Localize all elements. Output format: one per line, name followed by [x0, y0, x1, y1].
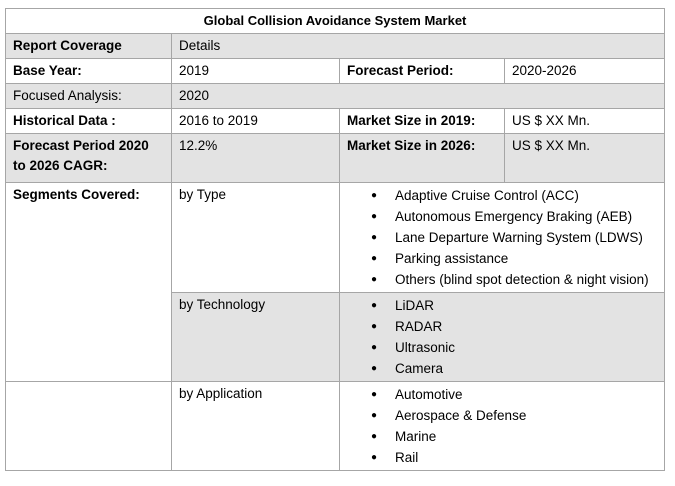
- focused-analysis-value: 2020: [170, 83, 666, 109]
- list-item: Rail: [347, 447, 658, 468]
- segment-type-list: Adaptive Cruise Control (ACC) Autonomous…: [347, 185, 658, 290]
- list-item: LiDAR: [347, 295, 658, 316]
- cagr-label: Forecast Period 2020 to 2026 CAGR:: [5, 133, 172, 183]
- segment-technology-list-cell: LiDAR RADAR Ultrasonic Camera: [338, 292, 666, 382]
- list-item: Marine: [347, 426, 658, 447]
- market-size-2026-label: Market Size in 2026:: [339, 133, 505, 183]
- table-row: by Application Automotive Aerospace & De…: [5, 381, 666, 471]
- segments-covered-label: Segments Covered:: [5, 182, 172, 382]
- list-item: RADAR: [347, 316, 658, 337]
- market-size-2026-value: US $ XX Mn.: [503, 133, 666, 183]
- segment-technology-list: LiDAR RADAR Ultrasonic Camera: [347, 295, 658, 379]
- list-item: Automotive: [347, 384, 658, 405]
- segment-group-technology: by Technology: [171, 292, 340, 382]
- table-title: Global Collision Avoidance System Market: [4, 8, 666, 34]
- segment-application-list-cell: Automotive Aerospace & Defense Marine Ra…: [338, 381, 666, 471]
- list-item: Parking assistance: [347, 248, 658, 269]
- coverage-label: Report Coverage: [5, 33, 172, 59]
- table-row: Focused Analysis: 2020: [5, 83, 666, 109]
- market-size-2019-label: Market Size in 2019:: [339, 108, 505, 134]
- market-report-table: Global Collision Avoidance System Market…: [4, 8, 666, 471]
- base-year-label: Base Year:: [5, 58, 172, 84]
- market-size-2019-value: US $ XX Mn.: [503, 108, 666, 134]
- list-item: Aerospace & Defense: [347, 405, 658, 426]
- segment-group-type: by Type: [171, 182, 340, 293]
- segment-group-application: by Application: [171, 381, 340, 471]
- table-row: Base Year: 2019 Forecast Period: 2020-20…: [5, 58, 666, 84]
- focused-analysis-label: Focused Analysis:: [5, 83, 172, 109]
- cagr-value: 12.2%: [171, 133, 340, 183]
- table-row: Historical Data : 2016 to 2019 Market Si…: [5, 108, 666, 134]
- base-year-value: 2019: [171, 58, 340, 84]
- table-row: Report Coverage Details: [5, 33, 666, 59]
- list-item: Adaptive Cruise Control (ACC): [347, 185, 658, 206]
- historical-data-label: Historical Data :: [5, 108, 172, 134]
- segments-empty-cell: [5, 381, 172, 471]
- forecast-period-label: Forecast Period:: [339, 58, 505, 84]
- list-item: Ultrasonic: [347, 337, 658, 358]
- segment-type-list-cell: Adaptive Cruise Control (ACC) Autonomous…: [338, 182, 666, 293]
- segment-application-list: Automotive Aerospace & Defense Marine Ra…: [347, 384, 658, 468]
- table-row: Segments Covered: by Type Adaptive Cruis…: [5, 182, 666, 382]
- list-item: Lane Departure Warning System (LDWS): [347, 227, 658, 248]
- historical-data-value: 2016 to 2019: [171, 108, 340, 134]
- list-item: Others (blind spot detection & night vis…: [347, 269, 658, 290]
- forecast-period-value: 2020-2026: [503, 58, 666, 84]
- list-item: Autonomous Emergency Braking (AEB): [347, 206, 658, 227]
- coverage-value: Details: [170, 33, 666, 59]
- table-row: Forecast Period 2020 to 2026 CAGR: 12.2%…: [5, 133, 666, 183]
- list-item: Camera: [347, 358, 658, 379]
